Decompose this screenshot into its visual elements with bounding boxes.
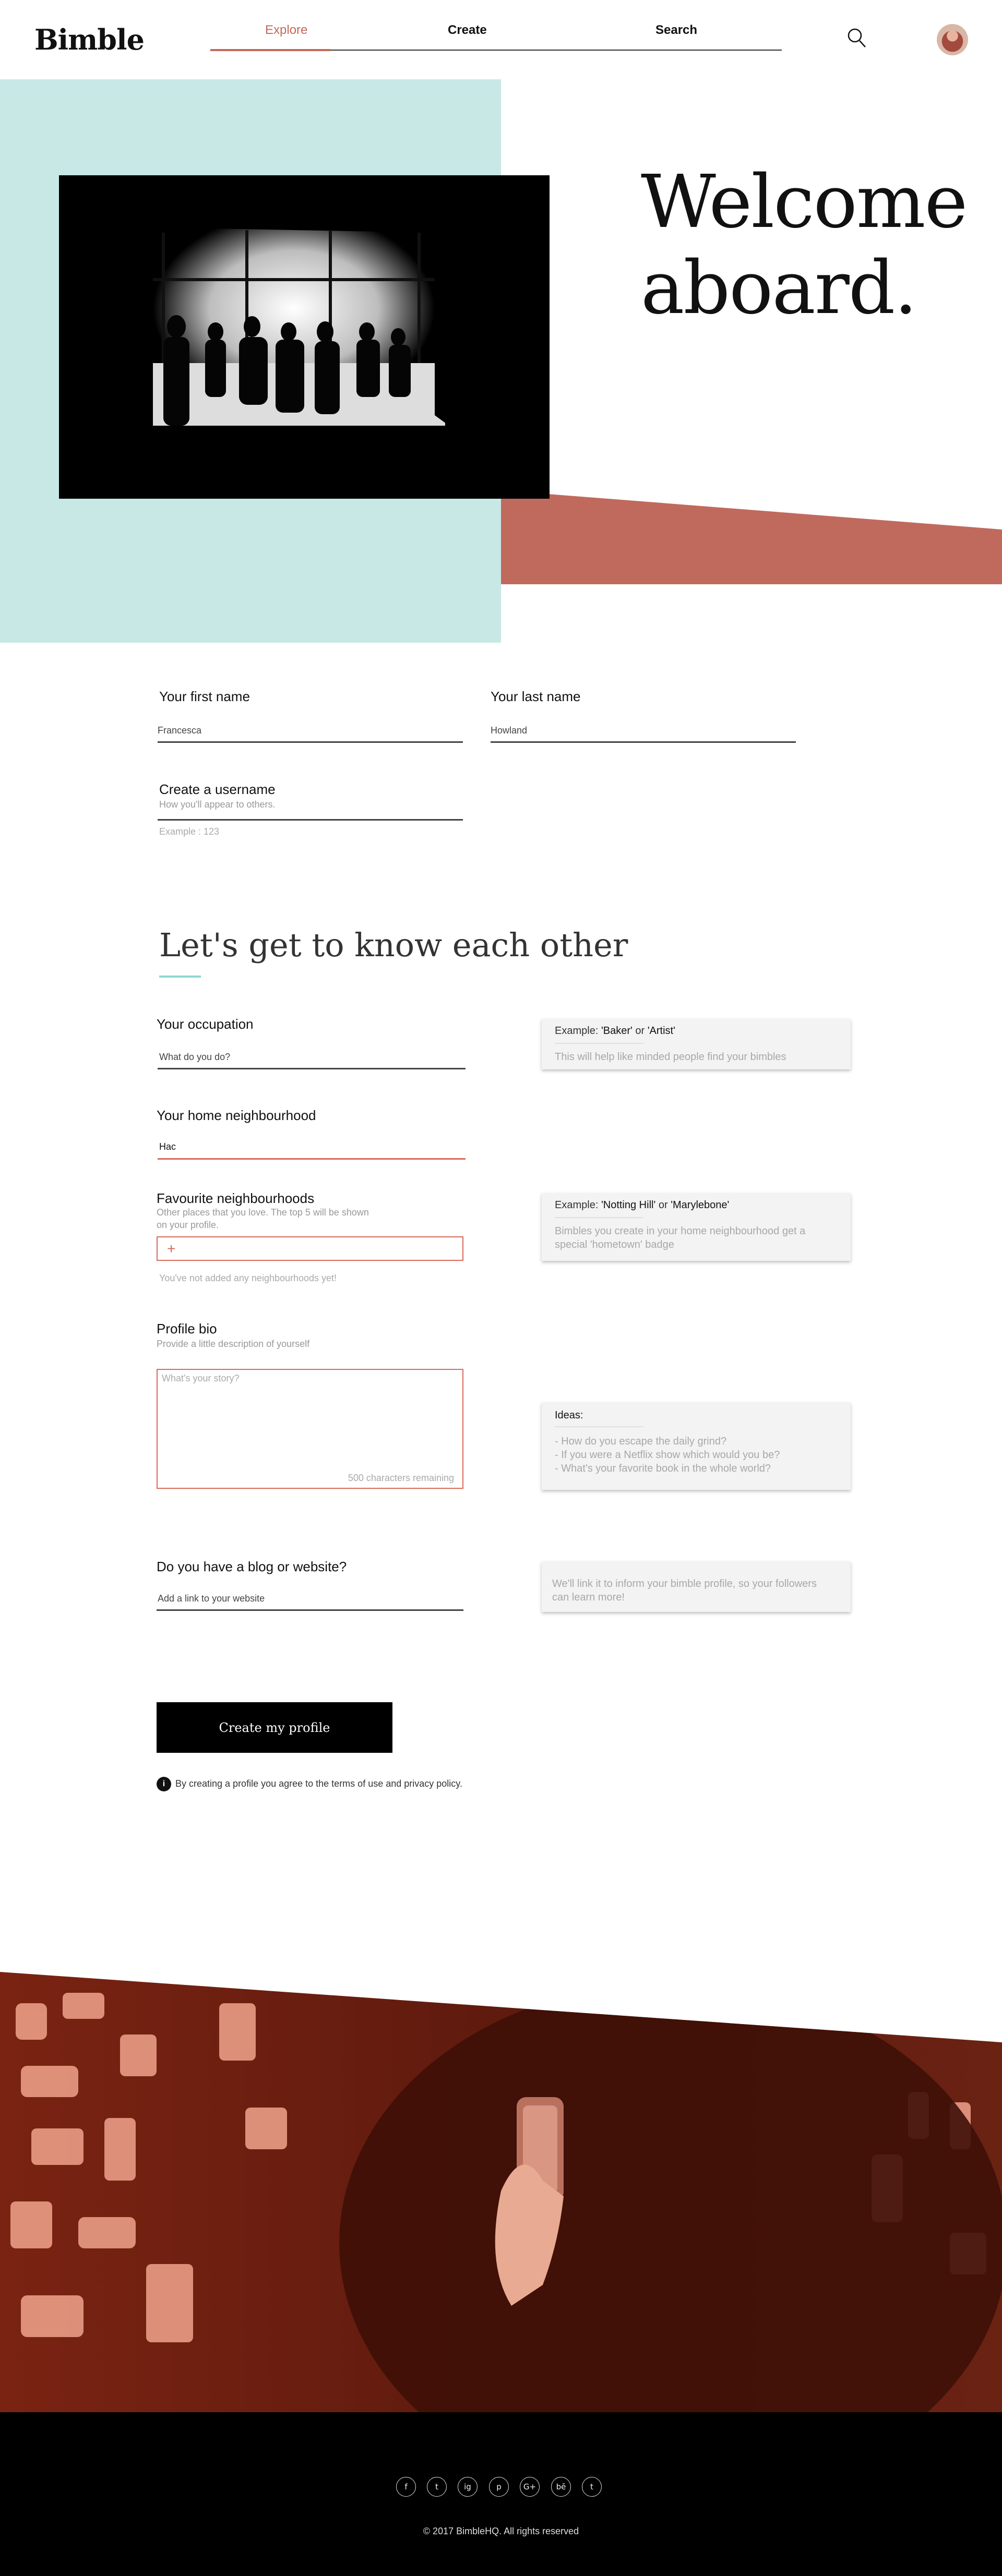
occupation-hint-card: Example: 'Baker' or 'Artist' This will h…	[542, 1019, 851, 1069]
hero-coral-band	[501, 490, 1002, 584]
tumblr-icon[interactable]: t	[582, 2477, 602, 2497]
idea-item: - What's your favorite book in the whole…	[555, 1463, 771, 1474]
instagram-icon[interactable]: ig	[458, 2477, 478, 2497]
favourite-neighbourhoods-label: Favourite neighbourhoods	[157, 1190, 315, 1206]
google-plus-icon[interactable]: G+	[520, 2477, 540, 2497]
favourite-neighbourhoods-hint: You've not added any neighbourhoods yet!	[159, 1273, 337, 1283]
welcome-line-1: Welcome	[641, 160, 968, 245]
blog-label: Do you have a blog or website?	[157, 1559, 347, 1574]
ideas-card: Ideas: - How do you escape the daily gri…	[542, 1402, 851, 1490]
username-field[interactable]	[158, 819, 463, 821]
nav-search[interactable]: Search	[655, 23, 697, 38]
nav-active-indicator	[210, 49, 330, 51]
username-hint: Example : 123	[159, 826, 220, 837]
favourite-card-text: Bimbles you create in your home neighbou…	[555, 1225, 806, 1250]
home-neighbourhood-label: Your home neighbourhood	[157, 1108, 316, 1123]
ideas-title: Ideas:	[555, 1410, 583, 1421]
add-neighbourhood-input[interactable]: +	[157, 1236, 463, 1261]
pinterest-icon[interactable]: p	[489, 2477, 509, 2497]
blog-underline	[157, 1609, 463, 1611]
ideas-list: - How do you escape the daily grind? - I…	[555, 1435, 847, 1475]
profile-bio-sublabel: Provide a little description of yourself	[157, 1339, 310, 1349]
user-avatar[interactable]	[937, 24, 968, 55]
character-counter: 500 characters remaining	[348, 1473, 454, 1483]
section-title: Let's get to know each other	[159, 926, 628, 964]
copyright: © 2017 BimbleHQ. All rights reserved	[423, 2526, 579, 2536]
welcome-line-2: aboard.	[641, 246, 917, 331]
occupation-card-text: This will help like minded people find y…	[555, 1051, 786, 1063]
favourite-neighbourhoods-sublabel: Other places that you love. The top 5 wi…	[157, 1207, 369, 1230]
first-name-label: Your first name	[159, 689, 250, 704]
section-title-underline	[159, 976, 201, 978]
twitter-icon[interactable]: t	[427, 2477, 447, 2497]
terms-text[interactable]: By creating a profile you agree to the t…	[175, 1778, 462, 1789]
home-neighbourhood-underline	[158, 1158, 466, 1160]
plus-icon[interactable]: +	[167, 1241, 175, 1257]
username-sublabel: How you'll appear to others.	[159, 799, 276, 810]
card-divider	[555, 1426, 643, 1427]
welcome-heading: Welcome aboard.	[641, 159, 968, 331]
last-name-label: Your last name	[491, 689, 581, 704]
profile-bio-placeholder: What's your story?	[162, 1373, 240, 1383]
profile-bio-label: Profile bio	[157, 1321, 217, 1337]
card-divider	[555, 1043, 643, 1044]
first-name-field[interactable]: Francesca	[158, 725, 201, 736]
idea-item: - How do you escape the daily grind?	[555, 1436, 727, 1447]
info-icon: i	[157, 1777, 171, 1791]
behance-icon[interactable]: bē	[551, 2477, 571, 2497]
bottom-phone-photo	[0, 1972, 1002, 2415]
occupation-field[interactable]: What do you do?	[159, 1052, 230, 1063]
last-name-field[interactable]: Howland	[491, 725, 527, 736]
nav-explore[interactable]: Explore	[265, 23, 307, 38]
hero-meeting-photo	[59, 175, 550, 499]
home-neighbourhood-field[interactable]: Hac	[159, 1141, 176, 1152]
favourite-hint-card: Example: 'Notting Hill' or 'Marylebone' …	[542, 1193, 851, 1261]
card-divider	[555, 1217, 643, 1218]
favourite-card-title: Example: 'Notting Hill' or 'Marylebone'	[555, 1199, 730, 1211]
nav-create[interactable]: Create	[448, 23, 487, 38]
blog-hint-card: We'll link it to inform your bimble prof…	[542, 1561, 851, 1612]
occupation-card-title: Example: 'Baker' or 'Artist'	[555, 1025, 675, 1037]
blog-field[interactable]: Add a link to your website	[158, 1593, 265, 1604]
bimble-logo[interactable]: Bimble	[34, 23, 145, 56]
create-profile-button[interactable]: Create my profile	[157, 1702, 392, 1753]
facebook-icon[interactable]: f	[396, 2477, 416, 2497]
idea-item: - If you were a Netflix show which would…	[555, 1449, 780, 1461]
occupation-underline	[158, 1068, 466, 1069]
username-label: Create a username	[159, 781, 276, 797]
last-name-underline	[491, 741, 796, 743]
blog-card-text: We'll link it to inform your bimble prof…	[552, 1578, 817, 1603]
profile-bio-textarea[interactable]: What's your story? 500 characters remain…	[157, 1369, 463, 1489]
first-name-underline	[158, 741, 463, 743]
search-icon[interactable]	[846, 27, 867, 49]
occupation-label: Your occupation	[157, 1016, 254, 1032]
